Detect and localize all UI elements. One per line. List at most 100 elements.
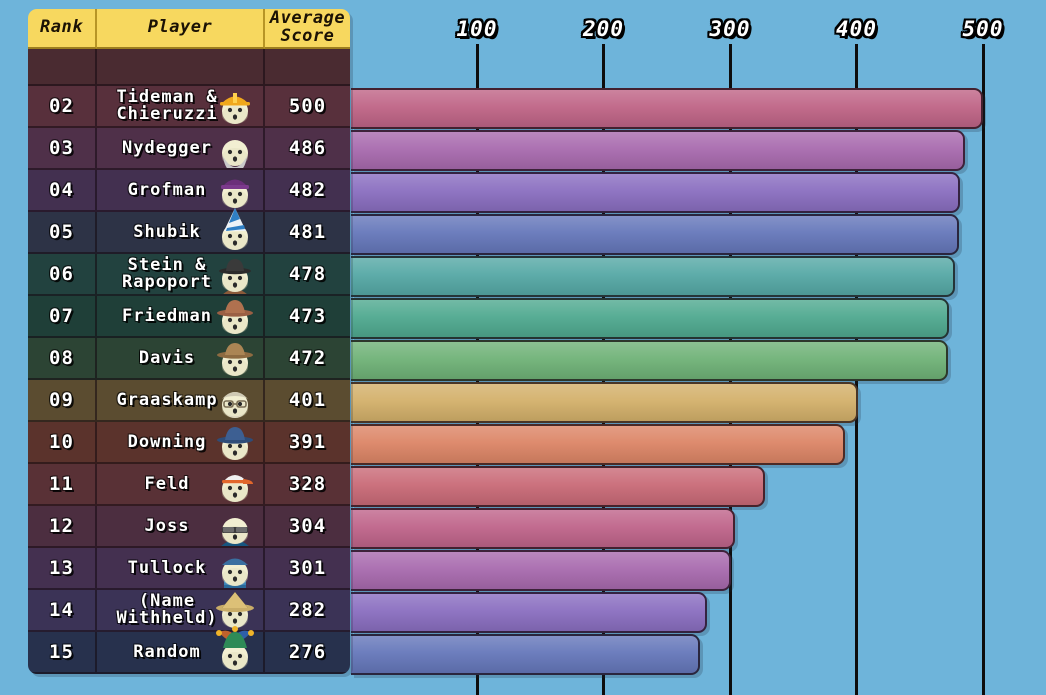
score-value: 473 <box>288 305 327 327</box>
cell-rank: 11 <box>28 464 97 506</box>
cell-player: Shubik <box>97 208 265 254</box>
cell-player: (Name Withheld) <box>97 590 265 632</box>
rank-value: 10 <box>49 431 74 453</box>
player-name: Grofman <box>127 179 207 200</box>
table-row[interactable]: 06 Stein & Rapoport 478 <box>28 254 350 296</box>
sunglasses-blue-shirt-avatar <box>213 498 257 546</box>
axis-tick-label: 200 <box>583 17 624 41</box>
score-value: 478 <box>288 263 327 285</box>
bar-11[interactable] <box>350 466 766 507</box>
cell-rank: 06 <box>28 254 97 296</box>
player-name: Tideman & Chieruzzi <box>116 87 218 124</box>
bar-13[interactable] <box>350 550 732 591</box>
cell-player: Joss <box>97 506 265 548</box>
score-value: 500 <box>288 95 327 117</box>
bar-10[interactable] <box>350 424 846 465</box>
cell-player: Tideman & Chieruzzi <box>97 86 265 128</box>
cell-rank: 03 <box>28 128 97 170</box>
rank-value: 02 <box>49 95 74 117</box>
bar-05[interactable] <box>350 214 959 255</box>
cell-player: Random <box>97 626 265 674</box>
rank-value: 07 <box>49 305 74 327</box>
player-name: Feld <box>144 473 190 494</box>
cell-rank: 09 <box>28 380 97 422</box>
bar-12[interactable] <box>350 508 736 549</box>
bar-07[interactable] <box>350 298 949 339</box>
cell-player: Nydegger <box>97 128 265 170</box>
empty-cell-player <box>97 49 265 86</box>
column-header-player-label: Player <box>147 17 213 38</box>
cell-rank: 08 <box>28 338 97 380</box>
table-row[interactable]: 09 Graaskamp 401 <box>28 380 350 422</box>
bar-04[interactable] <box>350 172 961 213</box>
axis-tick-label: 400 <box>836 17 877 41</box>
bar-08[interactable] <box>350 340 948 381</box>
cell-player: Graaskamp <box>97 380 265 422</box>
player-name: Stein & Rapoport <box>122 255 212 292</box>
cell-rank: 02 <box>28 86 97 128</box>
rank-value: 09 <box>49 389 74 411</box>
bar-09[interactable] <box>350 382 858 423</box>
table-row[interactable]: 15 Random 276 <box>28 626 350 674</box>
table-row[interactable]: 05 Shubik 481 <box>28 208 350 254</box>
rank-value: 13 <box>49 557 74 579</box>
table-row[interactable]: 02 Tideman & Chieruzzi 500 <box>28 86 350 128</box>
axis-tick-label: 300 <box>709 17 751 41</box>
table-row[interactable]: 08 Davis 472 <box>28 338 350 380</box>
table-row[interactable]: 07 Friedman 473 <box>28 296 350 338</box>
cell-score: 401 <box>265 380 350 422</box>
cell-rank: 14 <box>28 590 97 632</box>
rank-value: 08 <box>49 347 74 369</box>
score-value: 304 <box>288 515 327 537</box>
cell-score: 481 <box>265 212 350 254</box>
cell-player: Downing <box>97 422 265 464</box>
axis-tick-label: 100 <box>456 17 498 41</box>
bar-15[interactable] <box>350 634 700 675</box>
bar-02[interactable] <box>350 88 983 129</box>
rank-value: 05 <box>49 221 74 243</box>
cell-score: 304 <box>265 506 350 548</box>
bar-06[interactable] <box>350 256 956 297</box>
score-value: 328 <box>288 473 327 495</box>
player-name: Nydegger <box>122 137 212 158</box>
table-row[interactable]: 04 Grofman 482 <box>28 170 350 212</box>
player-name: Shubik <box>133 221 201 242</box>
table-row[interactable]: 03 Nydegger 486 <box>28 128 350 170</box>
cell-rank: 05 <box>28 212 97 254</box>
table-empty-row <box>28 49 350 86</box>
bar-14[interactable] <box>350 592 708 633</box>
player-name: Random <box>133 641 201 662</box>
score-value: 482 <box>288 179 327 201</box>
table-row[interactable]: 10 Downing 391 <box>28 422 350 464</box>
table-row[interactable]: 14 (Name Withheld) 282 <box>28 590 350 632</box>
player-name: Joss <box>144 515 190 536</box>
cell-score: 328 <box>265 464 350 506</box>
table-row[interactable]: 13 Tullock 301 <box>28 548 350 590</box>
column-header-score: Average Score <box>265 9 350 49</box>
cell-player: Friedman <box>97 296 265 338</box>
player-name: (Name Withheld) <box>116 591 218 628</box>
score-value: 301 <box>288 557 327 579</box>
table-header-row: Rank Player Average Score <box>28 9 350 49</box>
table-row[interactable]: 12 Joss 304 <box>28 506 350 548</box>
cell-score: 276 <box>265 632 350 674</box>
score-value: 481 <box>288 221 327 243</box>
player-name: Tullock <box>127 557 207 578</box>
rank-value: 04 <box>49 179 74 201</box>
cell-score: 500 <box>265 86 350 128</box>
cell-score: 482 <box>265 170 350 212</box>
column-header-player: Player <box>97 9 265 49</box>
score-value: 282 <box>288 599 327 621</box>
cell-player: Davis <box>97 338 265 380</box>
rank-value: 14 <box>49 599 74 621</box>
cell-player: Tullock <box>97 548 265 590</box>
chart-canvas: 100 200 300 400 500 Rank Player Average Score… <box>0 0 1046 695</box>
score-value: 401 <box>288 389 327 411</box>
cell-rank: 10 <box>28 422 97 464</box>
table-row[interactable]: 11 Feld 328 <box>28 464 350 506</box>
cell-rank: 15 <box>28 632 97 674</box>
player-name: Davis <box>138 347 196 368</box>
bar-03[interactable] <box>350 130 966 171</box>
cell-rank: 04 <box>28 170 97 212</box>
cell-player: Grofman <box>97 170 265 212</box>
